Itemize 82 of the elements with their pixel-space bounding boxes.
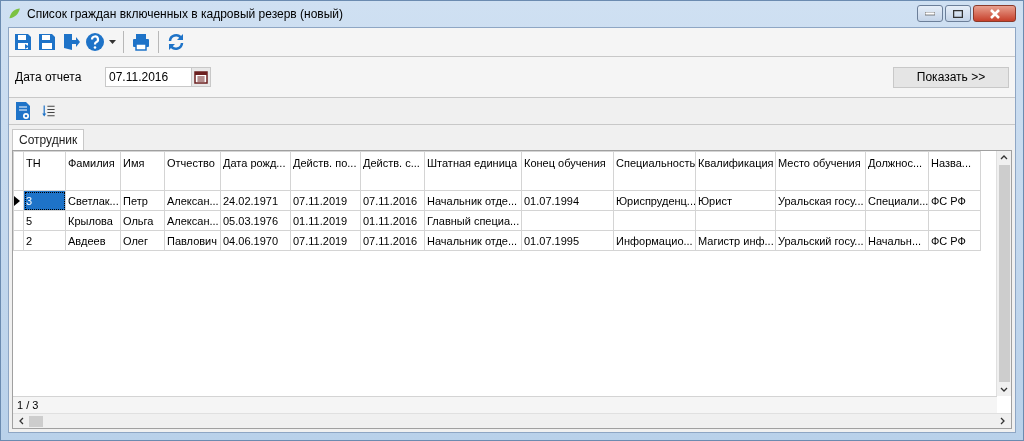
table-cell: ФС РФ	[928, 230, 981, 251]
print-button[interactable]	[131, 32, 151, 52]
table-cell: Юриспруденц...	[613, 190, 696, 211]
table-cell: 01.11.2019	[290, 210, 361, 231]
table-cell: Главный специа...	[424, 210, 522, 231]
table-cell: Авдеев	[65, 230, 121, 251]
save-button[interactable]	[37, 32, 57, 52]
column-header[interactable]: Место обучения	[775, 151, 866, 191]
date-field[interactable]: 07.11.2016	[105, 67, 191, 87]
save-as-button[interactable]	[13, 32, 33, 52]
table-cell: Крылова	[65, 210, 121, 231]
table-cell: 05.03.1976	[220, 210, 291, 231]
scrollbar-thumb[interactable]	[998, 165, 1010, 382]
close-icon	[988, 8, 1001, 19]
maximize-icon	[953, 9, 963, 18]
table-cell: 07.11.2016	[360, 230, 425, 251]
column-header[interactable]: Действ. по...	[290, 151, 361, 191]
column-header[interactable]: Квалификация	[695, 151, 776, 191]
column-header[interactable]: Должнос...	[865, 151, 929, 191]
window-title: Список граждан включенных в кадровый резерв (новый)	[27, 7, 345, 21]
table-cell: Светлак...	[65, 190, 121, 211]
calendar-button[interactable]	[191, 67, 211, 87]
printer-icon	[131, 32, 151, 52]
table-cell: 01.11.2016	[360, 210, 425, 231]
table-cell: Начальн...	[865, 230, 929, 251]
table-cell: ФС РФ	[928, 190, 981, 211]
report-date-label: Дата отчета	[15, 70, 83, 84]
table-cell: Юрист	[695, 190, 776, 211]
table-cell: Специали...	[865, 190, 929, 211]
table-cell: Уральская госу...	[775, 190, 866, 211]
refresh-icon	[166, 32, 186, 52]
column-header[interactable]: Действ. с...	[360, 151, 425, 191]
door-exit-icon	[61, 32, 81, 52]
column-header[interactable]: Штатная единица	[424, 151, 522, 191]
exit-button[interactable]	[61, 32, 81, 52]
dropdown-button[interactable]	[109, 40, 116, 44]
table-cell: Петр	[120, 190, 165, 211]
column-header[interactable]: Отчество	[164, 151, 221, 191]
table-cell: Олег	[120, 230, 165, 251]
minimize-icon	[925, 11, 935, 16]
column-header[interactable]: Конец обучения	[521, 151, 614, 191]
leaf-icon	[8, 7, 22, 21]
table-cell: Алексан...	[164, 210, 221, 231]
table-cell: Уральский госу...	[775, 230, 866, 251]
tab[interactable]: Сотрудник	[12, 129, 85, 150]
scrollbar-thumb[interactable]	[29, 415, 43, 427]
column-header[interactable]: ТН	[23, 151, 66, 191]
table-cell: Павлович	[164, 230, 221, 251]
caret-icon	[109, 40, 116, 44]
table-cell: 04.06.1970	[220, 230, 291, 251]
table-cell: 07.11.2016	[360, 190, 425, 211]
table-cell: 07.11.2019	[290, 230, 361, 251]
show-button[interactable]: Показать >>	[893, 66, 1009, 88]
table-cell: Ольга	[120, 210, 165, 231]
column-header[interactable]: Специальность	[613, 151, 696, 191]
document-gear-icon	[13, 101, 33, 121]
table-cell: 2	[23, 230, 66, 251]
table-cell: 01.07.1994	[521, 190, 614, 211]
refresh-button[interactable]	[166, 32, 186, 52]
help-icon	[85, 32, 105, 52]
help-button[interactable]	[85, 32, 105, 52]
scroll-left-icon[interactable]	[17, 416, 25, 426]
table-cell: 5	[23, 210, 66, 231]
table-cell: Информацио...	[613, 230, 696, 251]
table-cell: Начальник отде...	[424, 190, 522, 211]
column-header[interactable]: Дата рожд...	[220, 151, 291, 191]
close-button[interactable]	[973, 5, 1016, 22]
scroll-right-icon[interactable]	[999, 416, 1007, 426]
column-header[interactable]: Имя	[120, 151, 165, 191]
table-cell: Алексан...	[164, 190, 221, 211]
table-cell: 01.07.1995	[521, 230, 614, 251]
record-counter: 1 / 3	[17, 399, 39, 411]
table-cell: Начальник отде...	[424, 230, 522, 251]
column-header[interactable]: Назва...	[928, 151, 981, 191]
table-cell: 07.11.2019	[290, 190, 361, 211]
document-settings-button[interactable]	[13, 101, 33, 121]
table-cell: Магистр инф...	[695, 230, 776, 251]
row-indicator-icon	[14, 195, 20, 206]
table-cell: 24.02.1971	[220, 190, 291, 211]
column-header[interactable]: Фамилия	[65, 151, 121, 191]
floppy-icon	[37, 32, 57, 52]
maximize-button[interactable]	[945, 5, 971, 22]
